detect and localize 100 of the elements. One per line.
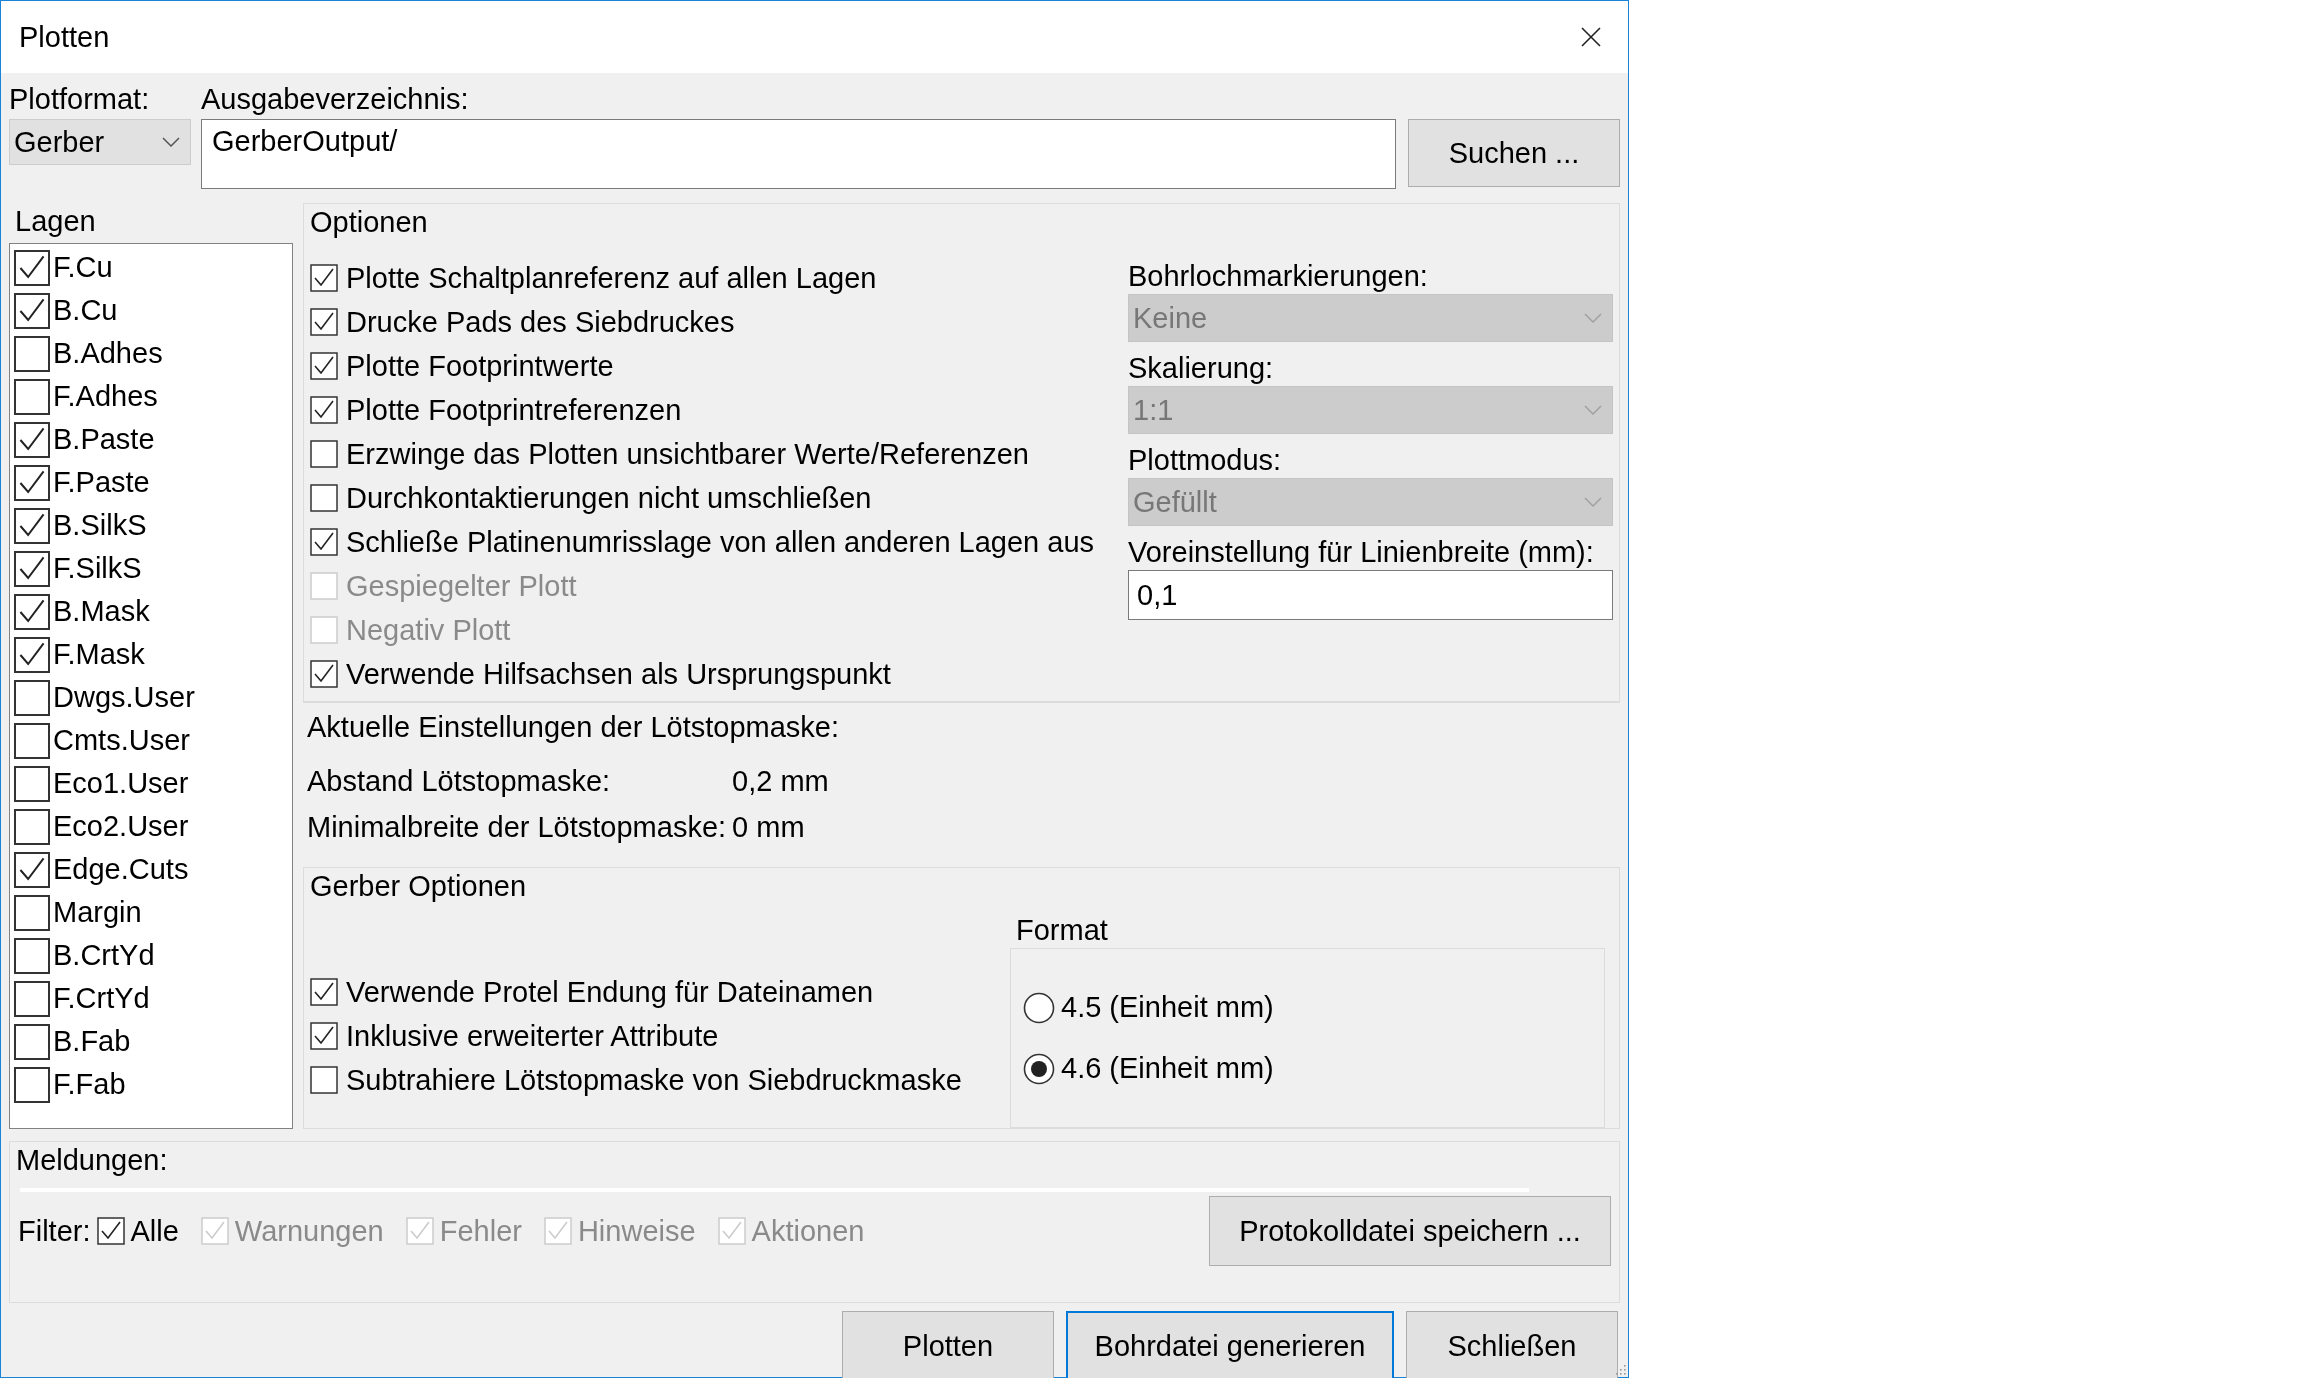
checkbox-label: Gespiegelter Plott — [346, 569, 577, 603]
dialog-button[interactable]: Plotten — [842, 1311, 1054, 1378]
checkbox[interactable] — [310, 1022, 338, 1050]
checkbox-label[interactable]: F.CrtYd — [53, 982, 150, 1015]
checkbox[interactable] — [310, 352, 338, 380]
checkbox-label: Aktionen — [751, 1214, 865, 1248]
checkbox-label[interactable]: B.Adhes — [53, 337, 163, 370]
checkbox-label[interactable]: Durchkontaktierungen nicht umschließen — [346, 481, 872, 515]
dropdown: Keine — [1128, 294, 1613, 342]
checkbox-label[interactable]: F.Adhes — [53, 380, 158, 413]
checkbox-label[interactable]: F.Paste — [53, 466, 150, 499]
field-label: Plottmodus: — [1128, 443, 1283, 478]
checkbox[interactable] — [14, 636, 50, 673]
checkbox-label: Hinweise — [577, 1214, 696, 1248]
radio-label[interactable]: 4.6 (Einheit mm) — [1061, 1052, 1274, 1085]
checkbox[interactable] — [14, 378, 50, 415]
checkbox-label[interactable]: Eco2.User — [53, 810, 189, 843]
checkbox-label[interactable]: Plotte Footprintreferenzen — [346, 393, 682, 427]
checkbox[interactable] — [14, 894, 50, 931]
directory-input-field[interactable]: GerberOutput/ — [201, 119, 1396, 189]
checkbox-label[interactable]: B.SilkS — [53, 509, 147, 542]
checkbox[interactable] — [14, 464, 50, 501]
checkbox-label[interactable]: Edge.Cuts — [53, 853, 189, 886]
field-label: Voreinstellung für Linienbreite (mm): — [1128, 535, 1595, 570]
checkbox[interactable] — [310, 396, 338, 424]
checkbox[interactable] — [310, 978, 338, 1006]
checkbox-label[interactable]: Eco1.User — [53, 767, 189, 800]
checkbox[interactable] — [14, 421, 50, 458]
group-title: Meldungen: — [15, 1143, 169, 1178]
checkbox-label[interactable]: B.Paste — [53, 423, 155, 456]
checkbox-label[interactable]: Cmts.User — [53, 724, 190, 757]
checkbox[interactable] — [310, 440, 338, 468]
checkbox[interactable] — [14, 1023, 50, 1060]
checkbox-label[interactable]: B.Cu — [53, 294, 118, 327]
checkbox[interactable] — [14, 765, 50, 802]
dialog-button[interactable]: Bohrdatei generieren — [1066, 1311, 1394, 1378]
checkbox-label[interactable]: Schließe Platinenumrisslage von allen anderen Lagen aus — [346, 525, 1095, 559]
checkbox-label[interactable]: Subtrahiere Lötstopmaske von Siebdruckmaske — [346, 1063, 962, 1097]
field-label: Ausgabeverzeichnis: — [201, 82, 470, 117]
chevron-down-icon — [1584, 497, 1602, 507]
checkbox-label[interactable]: Margin — [53, 896, 142, 929]
chevron-down-icon — [162, 137, 180, 147]
checkbox[interactable] — [14, 808, 50, 845]
checkbox-label: Negativ Plott — [346, 613, 511, 647]
field-label: Minimalbreite der Lötstopmaske: — [307, 809, 727, 845]
checkbox[interactable] — [310, 308, 338, 336]
checkbox[interactable] — [310, 1066, 338, 1094]
checkbox-label[interactable]: B.Fab — [53, 1025, 131, 1058]
checkbox-label[interactable]: F.Cu — [53, 251, 113, 284]
checkbox[interactable] — [14, 507, 50, 544]
checkbox[interactable] — [14, 980, 50, 1017]
section-title: Aktuelle Einstellungen der Lötstopmaske: — [307, 709, 840, 745]
save-log-button[interactable]: Protokolldatei speichern ... — [1209, 1196, 1611, 1266]
line-width-input-field[interactable]: 0,1 — [1128, 570, 1613, 620]
chevron-down-icon — [1584, 405, 1602, 415]
checkbox[interactable] — [96, 1217, 125, 1245]
dialog-button[interactable]: Schließen — [1406, 1311, 1618, 1378]
checkbox-label[interactable]: F.Mask — [53, 638, 145, 671]
checkbox[interactable] — [14, 550, 50, 587]
checkbox-label: Fehler — [439, 1214, 522, 1248]
checkbox-label[interactable]: B.Mask — [53, 595, 150, 628]
checkbox[interactable] — [14, 851, 50, 888]
checkbox[interactable] — [14, 937, 50, 974]
checkbox-label[interactable]: Drucke Pads des Siebdruckes — [346, 305, 735, 339]
group-title: Lagen — [14, 204, 97, 239]
checkbox-label[interactable]: F.SilkS — [53, 552, 142, 585]
checkbox-label[interactable]: Inklusive erweiterter Attribute — [346, 1019, 719, 1053]
checkbox-label[interactable]: B.CrtYd — [53, 939, 155, 972]
dropdown: Gefüllt — [1128, 478, 1613, 526]
checkbox-label[interactable]: Verwende Hilfsachsen als Ursprungspunkt — [346, 657, 891, 691]
group-title: Format — [1015, 913, 1109, 948]
checkbox-label[interactable]: Plotte Footprintwerte — [346, 349, 614, 383]
checkbox-label[interactable]: Erzwinge das Plotten unsichtbarer Werte/Referenzen — [346, 437, 1029, 471]
field-value: 0,2 mm — [732, 763, 829, 799]
browse-button[interactable]: Suchen ... — [1408, 119, 1620, 187]
radio-button[interactable] — [1023, 991, 1055, 1024]
checkbox-label[interactable]: F.Fab — [53, 1068, 126, 1101]
checkbox[interactable] — [310, 660, 338, 688]
field-label: Bohrlochmarkierungen: — [1128, 259, 1429, 294]
checkbox[interactable] — [14, 722, 50, 759]
format-dropdown[interactable]: Gerber — [9, 119, 191, 165]
radio-button[interactable] — [1023, 1052, 1055, 1085]
checkbox[interactable] — [310, 264, 338, 292]
checkbox-label[interactable]: Plotte Schaltplanreferenz auf allen Lagen — [346, 261, 877, 295]
checkbox[interactable] — [14, 335, 50, 372]
checkbox[interactable] — [14, 593, 50, 630]
close-icon[interactable] — [1580, 26, 1602, 48]
group-title: Gerber Optionen — [309, 869, 527, 904]
checkbox[interactable] — [14, 1066, 50, 1103]
checkbox[interactable] — [14, 292, 50, 329]
checkbox-label[interactable]: Verwende Protel Endung für Dateinamen — [346, 975, 874, 1009]
checkbox[interactable] — [310, 528, 338, 556]
checkbox[interactable] — [310, 484, 338, 512]
checkbox-label[interactable]: Alle — [130, 1214, 179, 1248]
radio-label[interactable]: 4.5 (Einheit mm) — [1061, 991, 1274, 1024]
field-label: Abstand Lötstopmaske: — [307, 763, 612, 799]
checkbox[interactable] — [14, 249, 50, 286]
checkbox-label[interactable]: Dwgs.User — [53, 681, 195, 714]
checkbox[interactable] — [14, 679, 50, 716]
group-title: Optionen — [309, 205, 429, 240]
